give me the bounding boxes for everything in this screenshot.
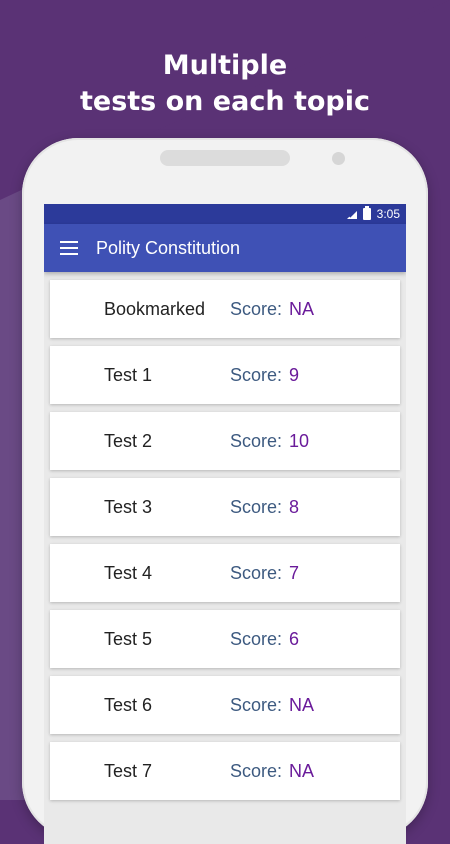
test-item-5[interactable]: Test 5 Score: 6 — [50, 610, 400, 668]
app-title: Polity Constitution — [96, 237, 241, 258]
score-label: Score: — [230, 298, 283, 319]
test-list: Bookmarked Score: NA Test 1 Score: 9 Tes… — [44, 272, 406, 800]
score-value: 8 — [289, 496, 300, 517]
score-label: Score: — [230, 628, 283, 649]
test-name: Bookmarked — [104, 298, 206, 319]
signal-icon — [346, 209, 357, 219]
test-item-3[interactable]: Test 3 Score: 8 — [50, 478, 400, 536]
status-bar: 3:05 — [44, 204, 406, 224]
test-name: Test 3 — [104, 496, 153, 517]
score-value: 7 — [289, 562, 300, 583]
test-item-2[interactable]: Test 2 Score: 10 — [50, 412, 400, 470]
score-value: 6 — [289, 628, 300, 649]
phone-camera — [332, 152, 345, 165]
test-name: Test 5 — [104, 628, 153, 649]
test-item-4[interactable]: Test 4 Score: 7 — [50, 544, 400, 602]
score-label: Score: — [230, 694, 283, 715]
app-bar: Polity Constitution — [44, 224, 406, 272]
test-item-6[interactable]: Test 6 Score: NA — [50, 676, 400, 734]
score-label: Score: — [230, 760, 283, 781]
score-label: Score: — [230, 430, 283, 451]
phone-speaker — [160, 150, 290, 166]
score-label: Score: — [230, 496, 283, 517]
phone-screen: 3:05 Polity Constitution Bookmarked Scor… — [44, 204, 406, 844]
test-name: Test 2 — [104, 430, 153, 451]
score-value: 9 — [289, 364, 300, 385]
score-value: NA — [289, 298, 315, 319]
status-time: 3:05 — [376, 207, 400, 221]
score-value: 10 — [289, 430, 310, 451]
promo-line-2: tests on each topic — [79, 86, 371, 117]
test-item-7[interactable]: Test 7 Score: NA — [50, 742, 400, 800]
promo-line-1: Multiple — [162, 50, 288, 81]
phone-frame: 3:05 Polity Constitution Bookmarked Scor… — [22, 138, 428, 844]
test-item-1[interactable]: Test 1 Score: 9 — [50, 346, 400, 404]
battery-icon — [362, 206, 371, 220]
promo-headline: Multiple tests on each topic — [0, 48, 450, 120]
score-value: NA — [289, 694, 315, 715]
menu-icon[interactable] — [60, 241, 78, 255]
score-label: Score: — [230, 562, 283, 583]
test-name: Test 7 — [104, 760, 153, 781]
score-value: NA — [289, 760, 315, 781]
test-name: Test 6 — [104, 694, 153, 715]
test-name: Test 1 — [104, 364, 153, 385]
test-name: Test 4 — [104, 562, 153, 583]
score-label: Score: — [230, 364, 283, 385]
test-item-bookmarked[interactable]: Bookmarked Score: NA — [50, 280, 400, 338]
